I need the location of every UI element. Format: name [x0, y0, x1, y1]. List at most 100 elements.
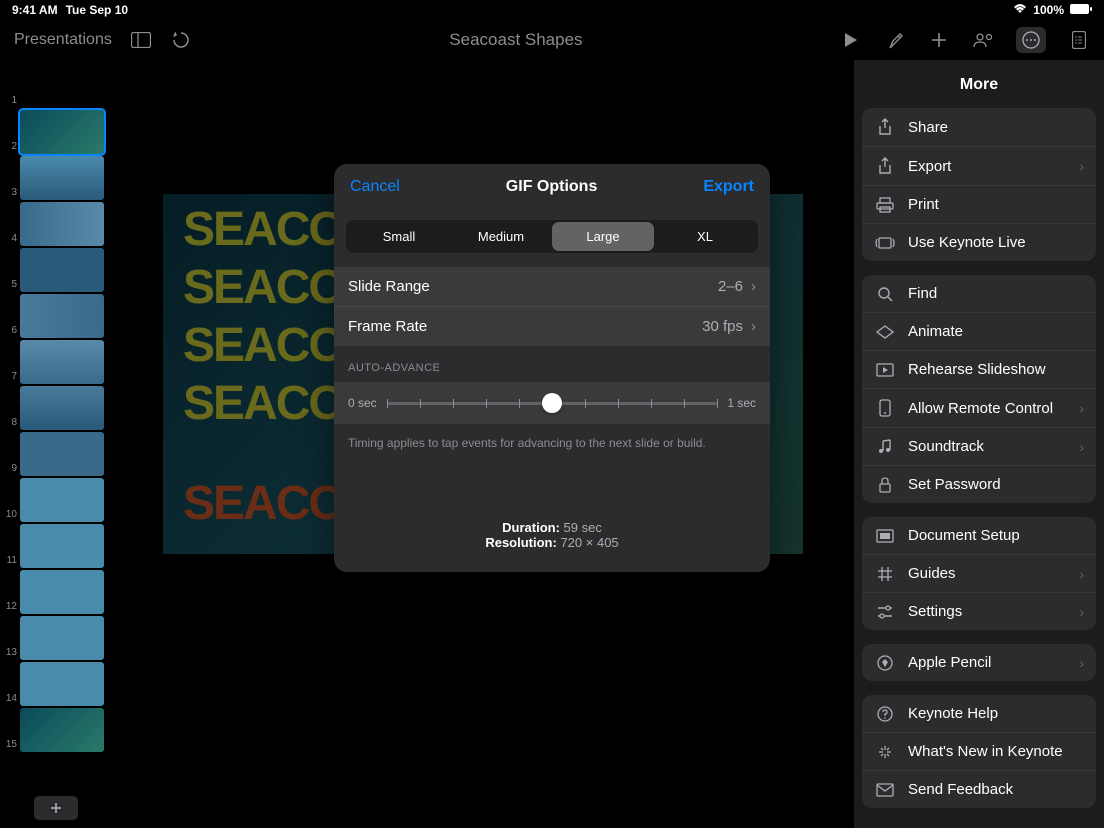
more-item-use-keynote-live[interactable]: Use Keynote Live: [862, 224, 1096, 261]
auto-advance-slider[interactable]: 0 sec 1 sec: [334, 382, 770, 424]
slide-thumbnail[interactable]: [20, 248, 104, 292]
size-small[interactable]: Small: [348, 222, 450, 251]
slide-range-row[interactable]: Slide Range 2–6 ›: [334, 267, 770, 307]
slide-thumbnail[interactable]: [20, 432, 104, 476]
presentations-back-button[interactable]: Presentations: [14, 31, 112, 49]
chevron-right-icon: ›: [1079, 566, 1084, 582]
more-item-label: Soundtrack: [908, 438, 1079, 455]
slide-thumbnail[interactable]: [20, 662, 104, 706]
soundtrack-icon: [874, 439, 896, 455]
more-item-document-setup[interactable]: Document Setup: [862, 517, 1096, 555]
more-item-label: Find: [908, 285, 1084, 302]
slide-number: 13: [0, 647, 20, 660]
more-item-soundtrack[interactable]: Soundtrack›: [862, 428, 1096, 466]
chevron-right-icon: ›: [1079, 158, 1084, 174]
slide-thumbnail[interactable]: [20, 524, 104, 568]
resolution-value: 720 × 405: [560, 535, 618, 550]
more-item-animate[interactable]: Animate: [862, 313, 1096, 351]
slide-thumbnail[interactable]: [20, 708, 104, 752]
navigator-slide-14[interactable]: 14: [0, 662, 112, 706]
more-item-print[interactable]: Print: [862, 186, 1096, 224]
chevron-right-icon: ›: [1079, 439, 1084, 455]
more-panel: More ShareExport›PrintUse Keynote LiveFi…: [854, 60, 1104, 828]
slide-navigator[interactable]: 123456789101112131415: [0, 60, 112, 828]
navigator-slide-6[interactable]: 6: [0, 294, 112, 338]
format-brush-icon[interactable]: [884, 29, 906, 51]
slide-number: 10: [0, 509, 20, 522]
more-item-what-s-new-in-keynote[interactable]: What's New in Keynote: [862, 733, 1096, 771]
slider-thumb[interactable]: [542, 393, 562, 413]
duration-value: 59 sec: [564, 520, 602, 535]
find-icon: [874, 286, 896, 302]
size-segmented-control[interactable]: SmallMediumLargeXL: [346, 220, 758, 253]
navigator-slide-12[interactable]: 12: [0, 570, 112, 614]
size-xl[interactable]: XL: [654, 222, 756, 251]
guides-icon: [874, 566, 896, 582]
navigator-slide-8[interactable]: 8: [0, 386, 112, 430]
play-icon[interactable]: [840, 29, 862, 51]
add-icon[interactable]: [928, 29, 950, 51]
slide-thumbnail[interactable]: [20, 386, 104, 430]
slide-thumbnail[interactable]: [20, 570, 104, 614]
navigator-slide-10[interactable]: 10: [0, 478, 112, 522]
more-item-send-feedback[interactable]: Send Feedback: [862, 771, 1096, 808]
navigator-slide-15[interactable]: 15: [0, 708, 112, 752]
navigator-slide-13[interactable]: 13: [0, 616, 112, 660]
more-item-keynote-help[interactable]: Keynote Help: [862, 695, 1096, 733]
cancel-button[interactable]: Cancel: [350, 178, 400, 196]
slide-thumbnail[interactable]: [20, 340, 104, 384]
slider-track[interactable]: [387, 402, 718, 405]
more-item-set-password[interactable]: Set Password: [862, 466, 1096, 503]
animate-icon: [874, 325, 896, 339]
slide-number: 4: [0, 233, 20, 246]
more-item-label: Animate: [908, 323, 1084, 340]
more-item-share[interactable]: Share: [862, 108, 1096, 147]
new-icon: [874, 744, 896, 760]
undo-icon[interactable]: [170, 29, 192, 51]
resolution-label: Resolution:: [485, 535, 557, 550]
chevron-right-icon: ›: [751, 278, 756, 295]
collab-icon[interactable]: [972, 29, 994, 51]
navigator-slide-3[interactable]: 3: [0, 156, 112, 200]
document-title: Seacoast Shapes: [192, 30, 840, 50]
sidebar-icon[interactable]: [130, 29, 152, 51]
more-item-find[interactable]: Find: [862, 275, 1096, 313]
slide-thumbnail[interactable]: [20, 202, 104, 246]
chevron-right-icon: ›: [1079, 604, 1084, 620]
frame-rate-row[interactable]: Frame Rate 30 fps ›: [334, 307, 770, 346]
slide-thumbnail[interactable]: [20, 478, 104, 522]
size-large[interactable]: Large: [552, 222, 654, 251]
more-item-guides[interactable]: Guides›: [862, 555, 1096, 593]
export-icon: [874, 157, 896, 175]
slide-thumbnail[interactable]: [20, 64, 104, 108]
export-meta: Duration: 59 sec Resolution: 720 × 405: [334, 470, 770, 572]
navigator-slide-5[interactable]: 5: [0, 248, 112, 292]
more-item-label: Use Keynote Live: [908, 234, 1084, 251]
navigator-slide-2[interactable]: 2: [0, 110, 112, 154]
more-icon[interactable]: [1016, 27, 1046, 53]
navigator-slide-4[interactable]: 4: [0, 202, 112, 246]
more-item-label: Allow Remote Control: [908, 400, 1079, 417]
navigator-slide-9[interactable]: 9: [0, 432, 112, 476]
add-slide-button[interactable]: [34, 796, 78, 820]
toolbar: Presentations Seacoast Shapes: [0, 20, 1104, 60]
more-item-settings[interactable]: Settings›: [862, 593, 1096, 630]
more-item-apple-pencil[interactable]: Apple Pencil›: [862, 644, 1096, 681]
export-button[interactable]: Export: [703, 178, 754, 196]
slide-thumbnail[interactable]: [20, 156, 104, 200]
slide-number: 5: [0, 279, 20, 292]
size-medium[interactable]: Medium: [450, 222, 552, 251]
more-item-export[interactable]: Export›: [862, 147, 1096, 186]
more-item-allow-remote-control[interactable]: Allow Remote Control›: [862, 389, 1096, 428]
slide-number: 7: [0, 371, 20, 384]
slide-thumbnail[interactable]: [20, 294, 104, 338]
navigator-slide-7[interactable]: 7: [0, 340, 112, 384]
document-icon[interactable]: [1068, 29, 1090, 51]
navigator-slide-1[interactable]: 1: [0, 64, 112, 108]
navigator-slide-11[interactable]: 11: [0, 524, 112, 568]
more-item-rehearse-slideshow[interactable]: Rehearse Slideshow: [862, 351, 1096, 389]
slide-thumbnail[interactable]: [20, 616, 104, 660]
slide-number: 6: [0, 325, 20, 338]
docsetup-icon: [874, 529, 896, 543]
slide-thumbnail[interactable]: [20, 110, 104, 154]
